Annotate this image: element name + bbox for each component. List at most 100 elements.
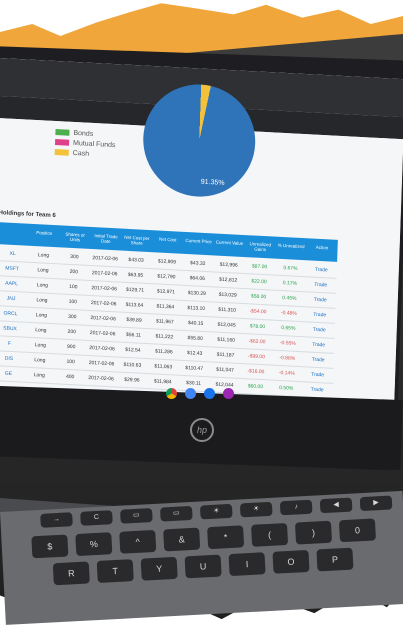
- column-header: Position: [36, 230, 53, 236]
- table-cell: $63.95: [127, 271, 144, 279]
- pie-percentage-label: 91.35%: [200, 178, 225, 187]
- table-cell: $11,310: [218, 306, 237, 314]
- trade-link[interactable]: Trade: [306, 262, 337, 278]
- keyboard-key[interactable]: *: [207, 525, 245, 550]
- keyboard-key[interactable]: O: [272, 549, 310, 574]
- column-header: Unrealized Gains: [249, 241, 272, 253]
- app-icon[interactable]: [223, 388, 234, 399]
- keyboard-key[interactable]: &: [163, 527, 201, 552]
- table-cell: $110.47: [185, 365, 204, 373]
- table-cell: -0.14%: [278, 369, 295, 377]
- table-cell: $64.06: [189, 275, 206, 282]
- table-cell: SBUX: [3, 325, 17, 333]
- table-cell: $12.54: [125, 346, 141, 354]
- table-cell: 0.50%: [279, 385, 294, 392]
- table-cell: $58.00: [250, 293, 267, 301]
- keyboard-key[interactable]: $: [31, 534, 69, 559]
- table-cell: XL: [9, 250, 16, 258]
- keyboard-key[interactable]: →: [40, 512, 73, 528]
- column-header: [0, 222, 29, 246]
- table-cell: 2017-02-06: [89, 330, 116, 338]
- column-header: Shares or Units: [65, 231, 85, 243]
- column-header: Initial Trade Date: [94, 233, 118, 245]
- legend-swatch: [54, 148, 69, 156]
- keyboard-key[interactable]: ^: [119, 529, 157, 554]
- holdings-table-body: XL Long 300 2017-02-06 $43.03 $12,909 $43.32 $1…: [0, 246, 338, 399]
- table-cell: $40.15: [187, 320, 204, 327]
- table-cell: 2017-02-06: [88, 375, 114, 383]
- table-cell: $12.43: [186, 350, 203, 357]
- trade-link[interactable]: Trade: [305, 277, 336, 293]
- table-cell: $11,047: [216, 366, 234, 374]
- keyboard-key[interactable]: U: [184, 554, 222, 579]
- keyboard-key[interactable]: (: [251, 522, 289, 547]
- table-cell: 2017-02-06: [91, 285, 118, 293]
- table-cell: 300: [67, 313, 77, 321]
- trade-link[interactable]: Trade: [303, 337, 334, 353]
- table-cell: AAPL: [5, 280, 19, 288]
- table-cell: -0.55%: [279, 340, 296, 347]
- table-cell: 0.67%: [283, 265, 298, 272]
- table-cell: 0.65%: [281, 325, 296, 332]
- table-cell: 200: [69, 268, 79, 276]
- keyboard-key[interactable]: I: [228, 552, 266, 577]
- laptop-screen: Bonds Mutual Funds Cash 91.35% Holdings …: [0, 58, 403, 410]
- files-icon[interactable]: [204, 388, 215, 399]
- table-cell: -$16.00: [247, 368, 265, 376]
- table-cell: $11,967: [155, 318, 174, 326]
- legend-swatch: [54, 138, 70, 146]
- table-cell: $13,029: [218, 291, 237, 299]
- table-cell: ORCL: [3, 310, 18, 318]
- keyboard-key[interactable]: C: [80, 510, 113, 526]
- table-cell: $39.89: [126, 316, 142, 324]
- trade-link[interactable]: Trade: [302, 352, 333, 368]
- keyboard-key[interactable]: P: [316, 547, 354, 572]
- app-dock: [166, 388, 234, 399]
- keyboard-key[interactable]: ☀: [239, 501, 273, 518]
- table-cell: 400: [65, 373, 75, 381]
- table-cell: 2017-02-06: [89, 345, 115, 353]
- keyboard-key[interactable]: ): [294, 520, 333, 545]
- keyboard-key[interactable]: R: [52, 561, 90, 586]
- table-cell: $56.11: [125, 331, 142, 339]
- keyboard-key[interactable]: ◀: [319, 497, 353, 514]
- table-cell: 2017-02-06: [90, 300, 117, 308]
- table-cell: $11,063: [154, 363, 173, 371]
- table-cell: $43.03: [128, 256, 144, 264]
- table-cell: -$99.00: [247, 353, 266, 361]
- keyboard-key[interactable]: T: [96, 559, 134, 583]
- keyboard-key[interactable]: %: [75, 532, 113, 557]
- column-header: Current Price: [185, 237, 212, 245]
- table-cell: 100: [69, 283, 78, 291]
- table-cell: Long: [35, 312, 48, 319]
- table-cell: MSFT: [5, 265, 19, 273]
- keyboard-key[interactable]: ☀: [199, 503, 233, 520]
- trade-link[interactable]: Trade: [304, 307, 335, 323]
- keyboard-key[interactable]: ▭: [120, 508, 153, 524]
- trade-link[interactable]: Trade: [305, 292, 336, 308]
- table-cell: $11,364: [156, 303, 175, 311]
- table-cell: $12,909: [157, 258, 177, 266]
- table-cell: Long: [36, 297, 48, 304]
- table-cell: 0.17%: [282, 280, 298, 287]
- legend-item: Cash: [54, 147, 116, 160]
- keyboard-key[interactable]: ▭: [159, 505, 193, 522]
- column-header: Action: [315, 244, 329, 251]
- trade-link[interactable]: Trade: [302, 367, 333, 383]
- table-cell: Long: [34, 357, 46, 364]
- keyboard-key[interactable]: ▶: [359, 495, 393, 512]
- table-cell: Long: [33, 372, 45, 379]
- trade-link[interactable]: Trade: [301, 382, 332, 398]
- table-cell: Long: [37, 267, 49, 274]
- table-cell: $12,790: [157, 273, 176, 281]
- column-header: % Unrealized: [277, 242, 305, 250]
- column-header: Net Cost: [158, 236, 177, 243]
- keyboard-key[interactable]: 0: [338, 518, 376, 543]
- trade-link[interactable]: Trade: [304, 322, 335, 338]
- chrome-icon[interactable]: [166, 388, 177, 399]
- keyboard-key[interactable]: ♪: [279, 499, 313, 516]
- keyboard-key[interactable]: Y: [140, 556, 178, 581]
- table-cell: 300: [70, 253, 79, 261]
- table-cell: $130.29: [187, 290, 206, 298]
- docs-icon[interactable]: [185, 388, 196, 399]
